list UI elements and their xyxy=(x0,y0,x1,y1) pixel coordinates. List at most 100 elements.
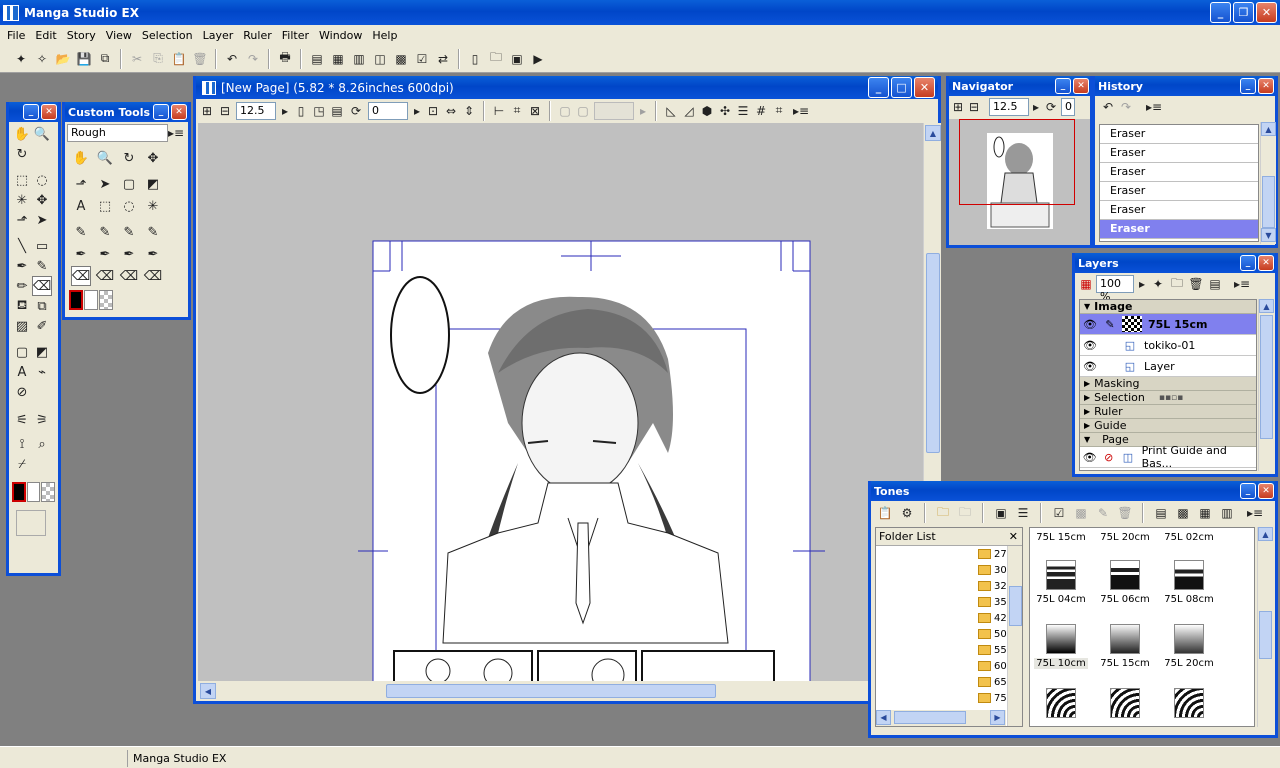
pointer-icon[interactable]: ➤ xyxy=(95,174,115,194)
scroll-up-button[interactable]: ▲ xyxy=(925,125,941,141)
rotate-tool-icon[interactable]: ↻ xyxy=(119,148,139,168)
perspective-icon[interactable]: ◿ xyxy=(682,102,696,120)
text-tool-icon[interactable]: A xyxy=(12,362,32,382)
folder-item[interactable]: 27 xyxy=(876,546,1022,562)
open-icon[interactable]: 📂 xyxy=(54,50,72,68)
folder-scroll-left[interactable]: ◀ xyxy=(876,710,891,725)
marquee-icon[interactable]: ⬚ xyxy=(95,196,115,216)
layer-row[interactable]: 👁 ◱ tokiko-01 xyxy=(1080,335,1256,356)
layer-opacity-field[interactable]: 100 % xyxy=(1096,275,1134,303)
copy-icon[interactable]: ⎘ xyxy=(149,50,167,68)
tones-close-button[interactable]: ✕ xyxy=(1258,483,1274,499)
color-transparent-swatch[interactable] xyxy=(99,290,113,310)
tones-menu-icon[interactable]: ▸≡ xyxy=(1247,504,1263,522)
preview-icon[interactable]: ▢ xyxy=(558,102,572,120)
folder-item[interactable]: 75 xyxy=(876,690,1022,706)
panel-icon[interactable]: ▢ xyxy=(119,174,139,194)
nav-rotate-icon[interactable]: ⟳ xyxy=(1043,98,1059,116)
panel-ruler-icon[interactable]: ◩ xyxy=(32,342,52,362)
folder-item[interactable]: 42 xyxy=(876,610,1022,626)
tone-label[interactable]: 75L 02cm xyxy=(1158,532,1220,543)
doc-minimize-button[interactable]: _ xyxy=(868,77,889,98)
custom-tools-minimize-button[interactable]: _ xyxy=(153,104,169,120)
actual-size-icon[interactable]: ◳ xyxy=(312,102,326,120)
tools-close-button[interactable]: ✕ xyxy=(41,104,57,120)
pen-icon[interactable]: ✒ xyxy=(143,244,163,264)
pointer-icon[interactable]: ➤ xyxy=(32,210,52,230)
pencil-icon[interactable]: ✎ xyxy=(143,222,163,242)
color-black-swatch[interactable] xyxy=(69,290,83,310)
tone-tile[interactable]: 75L 08cm xyxy=(1158,560,1220,605)
menu-edit[interactable]: Edit xyxy=(30,29,61,42)
new-folder-icon[interactable]: 🗀 xyxy=(1169,275,1185,293)
grid-3d-icon[interactable]: ⬢ xyxy=(700,102,714,120)
scroll-thumb[interactable] xyxy=(926,253,940,453)
pen-tool-icon[interactable]: ✒ xyxy=(12,256,32,276)
grid-tone-icon[interactable]: ▦ xyxy=(1197,504,1213,522)
restore-button[interactable]: ❐ xyxy=(1233,2,1254,23)
history-item[interactable]: Eraser xyxy=(1100,144,1258,163)
magic-wand-icon[interactable]: ✳ xyxy=(12,190,32,210)
pencil-tool-icon[interactable]: ✎ xyxy=(32,256,52,276)
new-page-icon[interactable]: ✦ xyxy=(12,50,30,68)
play-icon[interactable]: ▶ xyxy=(529,50,547,68)
pen-icon[interactable]: ✒ xyxy=(95,244,115,264)
grid-icon[interactable]: # xyxy=(754,102,768,120)
color-transparent-swatch[interactable] xyxy=(41,482,55,502)
menu-layer[interactable]: Layer xyxy=(198,29,239,42)
history-redo-icon[interactable]: ↷ xyxy=(1119,98,1133,116)
layers-scroll-up[interactable]: ▲ xyxy=(1259,299,1274,313)
history-item[interactable]: Eraser xyxy=(1100,125,1258,144)
guide-icon[interactable]: ✣ xyxy=(718,102,732,120)
show-ruler-icon[interactable]: ⊢ xyxy=(492,102,506,120)
rotate-icon[interactable]: ⟳ xyxy=(348,102,364,120)
story-icon[interactable]: ▯ xyxy=(466,50,484,68)
folder-item[interactable]: 60 xyxy=(876,658,1022,674)
folder-icon[interactable]: 🗀 xyxy=(487,50,505,68)
nav-view-rect[interactable] xyxy=(959,119,1075,205)
filter-icon[interactable]: ▣ xyxy=(508,50,526,68)
history-item[interactable]: Eraser xyxy=(1100,182,1258,201)
menu-file[interactable]: File xyxy=(2,29,30,42)
menu-window[interactable]: Window xyxy=(314,29,367,42)
close-button[interactable]: ✕ xyxy=(1256,2,1277,23)
redo-icon[interactable]: ↷ xyxy=(244,50,262,68)
minimize-button[interactable]: _ xyxy=(1210,2,1231,23)
preset-field[interactable]: Rough xyxy=(67,124,168,142)
eraser-icon[interactable]: ⌫ xyxy=(143,266,163,286)
folder-item[interactable]: 50 xyxy=(876,626,1022,642)
color-white-swatch[interactable] xyxy=(84,290,98,310)
folder-hscrollbar[interactable]: ◀ ▶ xyxy=(876,710,1006,726)
undo-icon[interactable]: ↶ xyxy=(223,50,241,68)
tones-icon[interactable]: ▩ xyxy=(392,50,410,68)
snap-ruler-icon[interactable]: ⊠ xyxy=(528,102,542,120)
tone-tile[interactable]: 75L 15cm xyxy=(1094,624,1156,669)
layer-properties-icon[interactable]: ▤ xyxy=(1207,275,1223,293)
airbrush-tool-icon[interactable]: ✐ xyxy=(32,316,52,336)
folder-vscroll-thumb[interactable] xyxy=(1009,586,1022,626)
palette-menu-icon[interactable]: ▸≡ xyxy=(168,124,184,142)
pen-icon[interactable]: ✒ xyxy=(119,244,139,264)
history-menu-icon[interactable]: ▸≡ xyxy=(1146,98,1162,116)
tone-tile[interactable]: 75L 20cm xyxy=(1158,624,1220,669)
opacity-arrow-icon[interactable]: ▸ xyxy=(1137,275,1147,293)
tones-minimize-button[interactable]: _ xyxy=(1240,483,1256,499)
tones-scroll-up[interactable]: ▲ xyxy=(1258,527,1273,541)
flip-vertical-icon[interactable]: ⇕ xyxy=(462,102,476,120)
magic-wand-icon[interactable]: ✳ xyxy=(143,196,163,216)
layer-row-active[interactable]: 👁 ✎ 75L 15cm xyxy=(1080,314,1256,335)
eye-icon[interactable]: 👁 xyxy=(1080,318,1100,331)
object-select-icon[interactable]: ⬏ xyxy=(71,174,91,194)
folder-vscrollbar[interactable] xyxy=(1007,546,1022,726)
cut-icon[interactable]: ✂ xyxy=(128,50,146,68)
zoom-field[interactable]: 12.5 xyxy=(236,101,276,120)
hscroll-thumb[interactable] xyxy=(386,684,716,698)
folder-item[interactable]: 65 xyxy=(876,674,1022,690)
flip-horizontal-icon[interactable]: ⇔ xyxy=(444,102,458,120)
new-layer-icon[interactable]: ✦ xyxy=(1150,275,1166,293)
tone-tile[interactable]: 75L 06cm xyxy=(1094,560,1156,605)
eye-icon[interactable]: 👁 xyxy=(1080,360,1100,373)
layers-scroll-thumb[interactable] xyxy=(1260,315,1273,439)
guide-group[interactable]: ▶ Guide xyxy=(1080,419,1256,433)
line-tool-icon[interactable]: ╲ xyxy=(12,236,32,256)
